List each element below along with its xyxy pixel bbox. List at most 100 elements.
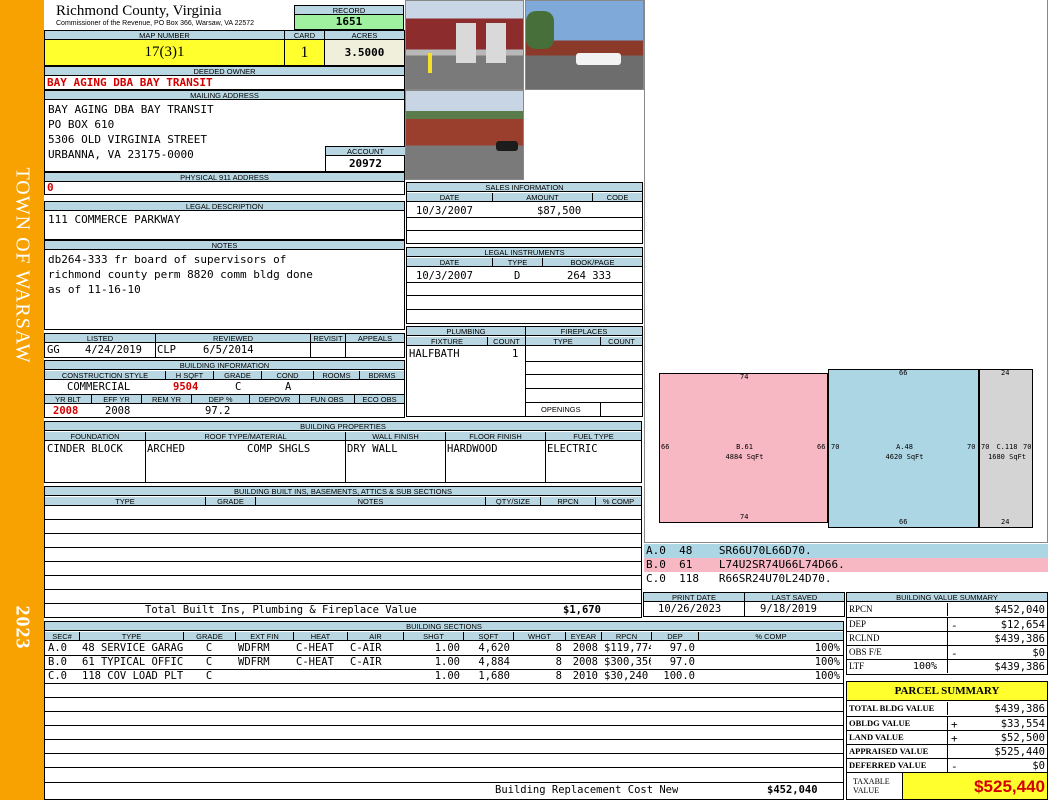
mailing-line: PO BOX 610 [48, 118, 115, 131]
fireplace-type-label: TYPE [525, 337, 600, 346]
sketch-code-row: C.0 118 R66SR24U70L24D70. [644, 572, 1048, 586]
section-c-sqft: 1680 SqFt [988, 453, 1026, 461]
section-cell: 1,680 [478, 670, 510, 682]
value-summary-row: RCLND $439,386 [847, 631, 1047, 645]
acres-value: 3.5000 [325, 40, 404, 65]
value-summary-label: BUILDING VALUE SUMMARY [847, 593, 1047, 602]
fuel-type: ELECTRIC [547, 443, 598, 455]
parcel-summary-row: LAND VALUE + $52,500 [847, 730, 1047, 745]
print-date: 10/26/2023 [658, 603, 722, 615]
sketch-section-b[interactable]: B.61 4884 SqFt [659, 373, 828, 523]
section-cell: C-AIR [350, 642, 382, 654]
section-cell: 100% [814, 642, 840, 654]
section-cell: 8 [555, 656, 562, 668]
sale-date: 10/3/2007 [416, 205, 473, 217]
construction-style-label: CONSTRUCTION STYLE [45, 371, 165, 380]
fireplace-count-label: COUNT [600, 337, 642, 346]
roof-material: COMP SHGLS [247, 443, 311, 455]
depreciation-pct: 97.2 [205, 405, 231, 417]
listed-label: LISTED [45, 334, 155, 343]
wall-finish: DRY WALL [347, 443, 398, 455]
section-cell: 4,620 [478, 642, 510, 654]
section-cell: 1.00 [434, 642, 460, 654]
effective-year: 2008 [105, 405, 131, 417]
section-cell: $300,356 [604, 656, 651, 668]
parcel-key: APPRAISED VALUE [849, 746, 929, 756]
cond-label: COND [261, 371, 313, 380]
sketch-code-row: B.0 61 L74U2SR74U66L74D66. [644, 558, 1048, 572]
instrument-book-label: BOOK/PAGE [542, 258, 642, 267]
section-cell: 100% [814, 670, 840, 682]
construction-style: COMMERCIAL [67, 381, 131, 393]
print-date-label: PRINT DATE [644, 593, 744, 602]
value-key: RCLND [849, 633, 880, 643]
section-col-header: TYPE [79, 632, 183, 641]
section-b-sqft: 4884 SqFt [725, 453, 764, 461]
section-col-header: EYEAR [565, 632, 601, 641]
mailing-line: 5306 OLD VIRGINIA STREET [48, 133, 207, 146]
parcel-summary-row: OBLDG VALUE + $33,554 [847, 716, 1047, 731]
sale-date-label: DATE [407, 193, 492, 202]
value-amount: $0 [1032, 647, 1045, 659]
eff-yr-label: EFF YR [91, 395, 141, 404]
card-number: 1 [285, 40, 324, 65]
parcel-key: DEFERRED VALUE [849, 760, 927, 770]
parcel-key: LAND VALUE [849, 732, 904, 742]
replacement-cost: $452,040 [767, 784, 818, 796]
county-name: Richmond County, Virginia [56, 3, 222, 19]
section-cell: 97.0 [669, 642, 695, 654]
section-cell: C-HEAT [296, 642, 334, 654]
notes-box: NOTES db264-333 fr board of supervisors … [44, 240, 405, 330]
property-photo[interactable] [405, 0, 524, 90]
reviewed-by: CLP [157, 344, 176, 356]
parcel-summary-title: PARCEL SUMMARY [847, 682, 1047, 701]
last-saved: 9/18/2019 [760, 603, 817, 615]
dates-box: PRINT DATE LAST SAVED 10/26/2023 9/18/20… [643, 592, 845, 617]
floor-finish: HARDWOOD [447, 443, 498, 455]
dimension-label: 74 [740, 373, 749, 381]
section-cell: 8 [555, 642, 562, 654]
parcel-amount: $525,440 [994, 746, 1045, 758]
sale-code-label: CODE [592, 193, 642, 202]
dimension-label: 70 [967, 443, 976, 451]
building-properties-box: BUILDING PROPERTIES FOUNDATION ROOF TYPE… [44, 421, 642, 483]
section-cell: 2008 [572, 656, 598, 668]
roof-type: ARCHED [147, 443, 185, 455]
dimension-label: 70 [981, 443, 990, 451]
dimension-label: 74 [740, 513, 749, 521]
legal-instruments-label: LEGAL INSTRUMENTS [407, 248, 642, 257]
section-cell: 1.00 [434, 656, 460, 668]
yr-blt-label: YR BLT [45, 395, 91, 404]
dimension-label: 70 [1023, 443, 1032, 451]
section-col-header: EXT FIN [235, 632, 293, 641]
fixture-label: FIXTURE [407, 337, 487, 346]
roof-label: ROOF TYPE/MATERIAL [145, 432, 345, 441]
legal-description-label: LEGAL DESCRIPTION [45, 202, 404, 211]
built-ins-box: BUILDING BUILT INS, BASEMENTS, ATTICS & … [44, 486, 642, 618]
section-a-name: A.48 [896, 443, 913, 451]
mailing-address-label: MAILING ADDRESS [45, 91, 404, 100]
notes-label: NOTES [45, 241, 404, 250]
sketch-codes: A.0 48 SR66U70L66D70. B.0 61 L74U2SR74U6… [644, 544, 1048, 587]
taxable-value: $525,440 [903, 772, 1047, 799]
property-photo[interactable] [405, 90, 524, 180]
legal-instruments-box: LEGAL INSTRUMENTS DATE TYPE BOOK/PAGE 10… [406, 247, 643, 324]
section-col-header: WHGT [513, 632, 565, 641]
instrument-date-label: DATE [407, 258, 492, 267]
property-photo[interactable] [525, 0, 644, 90]
building-information-label: BUILDING INFORMATION [45, 361, 404, 370]
grade-label: GRADE [213, 371, 261, 380]
listed-date: 4/24/2019 [85, 344, 142, 356]
section-col-header: SQFT [463, 632, 513, 641]
physical-address-label: PHYSICAL 911 ADDRESS [45, 173, 404, 182]
sketch-section-a[interactable]: A.48 4620 SqFt [828, 369, 979, 528]
value-amount: $439,386 [994, 633, 1045, 645]
section-cell: $30,240 [604, 670, 649, 682]
parcel-summary: PARCEL SUMMARY TOTAL BLDG VALUE $439,386 O… [846, 681, 1048, 800]
map-card-acres: MAP NUMBER 17(3)1 CARD 1 ACRES 3.5000 [44, 30, 405, 66]
bdrms-label: BDRMS [359, 371, 404, 380]
dimension-label: 66 [661, 443, 670, 451]
building-value-summary: BUILDING VALUE SUMMARY RPCN $452,040 DEP - $… [846, 592, 1048, 675]
instrument-book: 264 333 [567, 270, 612, 282]
fuel-type-label: FUEL TYPE [545, 432, 641, 441]
